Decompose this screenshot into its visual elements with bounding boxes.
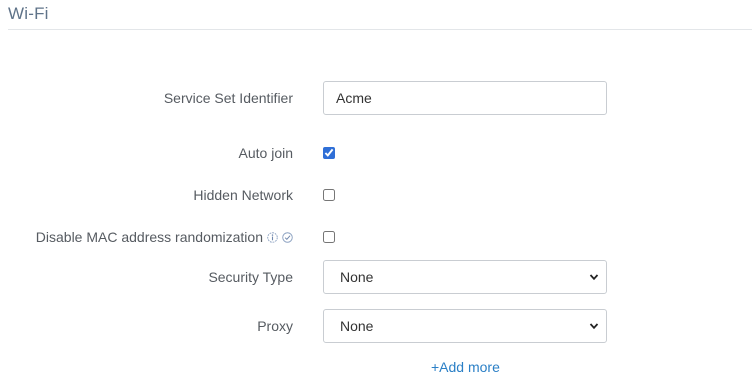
- security-type-value: None: [340, 269, 374, 285]
- hidden-network-checkbox[interactable]: [323, 189, 335, 201]
- disable-mac-checkbox[interactable]: [323, 231, 335, 243]
- auto-join-row: Auto join: [0, 135, 752, 171]
- ssid-row: Service Set Identifier: [0, 80, 752, 116]
- section-title: Wi-Fi: [8, 4, 49, 23]
- proxy-row: Proxy None: [0, 308, 752, 344]
- auto-join-label: Auto join: [238, 145, 293, 161]
- chevron-down-icon: [589, 274, 599, 281]
- info-icon[interactable]: [267, 231, 278, 243]
- proxy-label: Proxy: [257, 318, 293, 334]
- hidden-network-row: Hidden Network: [0, 177, 752, 213]
- add-more-link[interactable]: +Add more: [431, 359, 500, 375]
- disable-mac-label-wrap: Disable MAC address randomization: [36, 219, 293, 255]
- disable-mac-row: Disable MAC address randomization: [0, 219, 752, 255]
- proxy-value: None: [340, 318, 374, 334]
- section-divider: [8, 29, 752, 30]
- proxy-select[interactable]: None: [323, 309, 607, 343]
- security-type-label: Security Type: [208, 269, 293, 285]
- ssid-input[interactable]: [323, 81, 607, 115]
- hidden-network-label: Hidden Network: [193, 187, 293, 203]
- ssid-label: Service Set Identifier: [163, 90, 293, 106]
- check-circle-icon: [282, 231, 293, 243]
- security-type-row: Security Type None: [0, 259, 752, 295]
- security-type-select[interactable]: None: [323, 260, 607, 294]
- auto-join-checkbox[interactable]: [323, 147, 335, 159]
- disable-mac-icons: [267, 231, 293, 243]
- disable-mac-label: Disable MAC address randomization: [35, 229, 263, 245]
- chevron-down-icon: [589, 323, 599, 330]
